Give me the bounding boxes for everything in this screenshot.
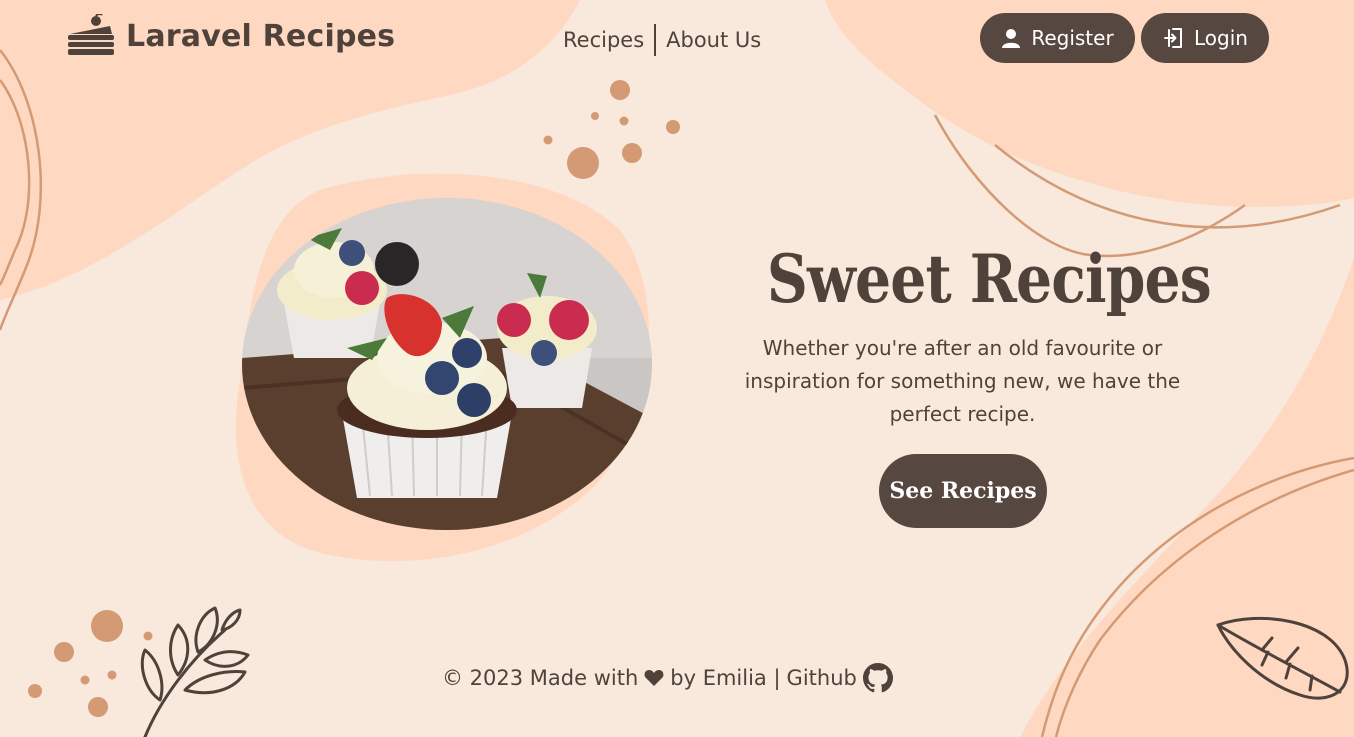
hero-title: Sweet Recipes xyxy=(766,240,1212,318)
see-recipes-button[interactable]: See Recipes xyxy=(879,454,1047,528)
nav-link-recipes[interactable]: Recipes xyxy=(553,24,654,56)
user-icon xyxy=(1002,29,1021,48)
github-label: Github xyxy=(786,666,857,690)
login-button[interactable]: Login xyxy=(1141,13,1269,63)
footer-by-text: by Emilia | xyxy=(670,666,781,690)
github-icon xyxy=(862,663,893,693)
dots-top-center xyxy=(543,80,680,179)
footer-copyright: © 2023 Made with xyxy=(442,666,639,690)
nav-link-about-us[interactable]: About Us xyxy=(656,24,771,56)
brand-title: Laravel Recipes xyxy=(126,18,396,54)
cake-slice-icon xyxy=(68,14,114,55)
footer: © 2023 Made with by Emilia | Github xyxy=(442,663,893,693)
hero-section: Sweet Recipes Whether you're after an ol… xyxy=(735,238,1212,431)
register-label: Register xyxy=(1031,26,1114,50)
login-icon xyxy=(1164,28,1183,48)
main-nav: Recipes About Us xyxy=(553,24,771,56)
heart-icon xyxy=(644,670,664,686)
github-link[interactable]: Github xyxy=(787,663,893,693)
hero-image xyxy=(242,198,652,530)
brand[interactable]: Laravel Recipes xyxy=(66,14,395,58)
register-button[interactable]: Register xyxy=(980,13,1135,63)
hero-description: Whether you're after an old favourite or… xyxy=(744,336,1181,426)
dots-bottom-left xyxy=(28,610,153,717)
auth-buttons: Register Login xyxy=(980,13,1269,63)
leaf-sprig-drawing xyxy=(140,606,250,737)
login-label: Login xyxy=(1194,26,1248,50)
